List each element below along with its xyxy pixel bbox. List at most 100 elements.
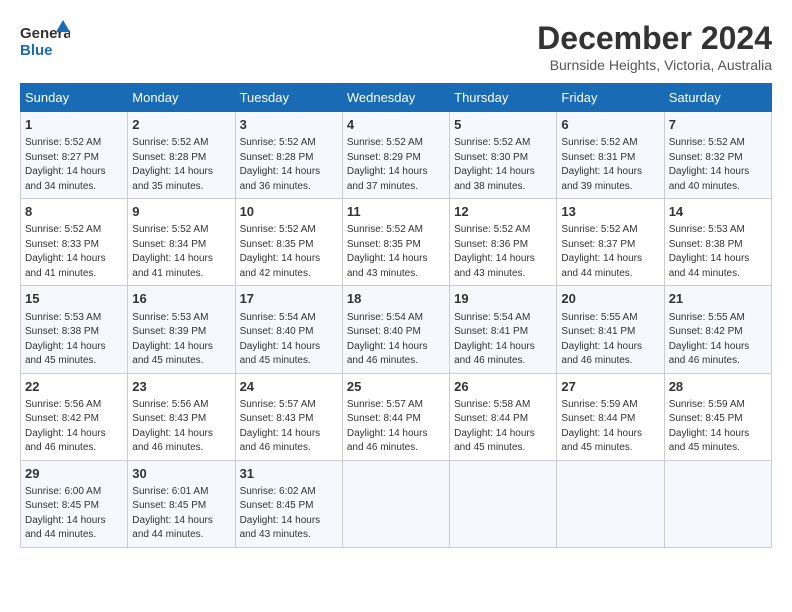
- day-number: 23: [132, 378, 230, 396]
- calendar-cell: 9 Sunrise: 5:52 AMSunset: 8:34 PMDaylight…: [128, 199, 235, 286]
- day-number: 10: [240, 203, 338, 221]
- svg-text:Blue: Blue: [20, 42, 53, 59]
- calendar-week-3: 15Sunrise: 5:53 AMSunset: 8:38 PMDayligh…: [21, 286, 772, 373]
- day-info: Sunrise: 5:58 AMSunset: 8:44 PMDaylight:…: [454, 398, 552, 456]
- day-number: 27: [561, 378, 659, 396]
- header-sunday: Sunday: [21, 84, 128, 112]
- calendar-cell: 24 Sunrise: 5:57 AMSunset: 8:43 PMDayligh…: [235, 373, 342, 460]
- day-number: 8: [25, 203, 123, 221]
- day-info: Sunrise: 5:54 AMSunset: 8:40 PMDaylight:…: [240, 311, 338, 369]
- day-number: 1: [25, 116, 123, 134]
- day-info: Sunrise: 5:52 AMSunset: 8:27 PMDaylight:…: [25, 136, 123, 194]
- calendar-cell: [450, 460, 557, 547]
- header-row: SundayMondayTuesdayWednesdayThursdayFrid…: [21, 84, 772, 112]
- day-info: Sunrise: 5:55 AMSunset: 8:41 PMDaylight:…: [561, 311, 659, 369]
- day-number: 2: [132, 116, 230, 134]
- day-info: Sunrise: 6:00 AMSunset: 8:45 PMDaylight:…: [25, 485, 123, 543]
- day-info: Sunrise: 5:52 AMSunset: 8:35 PMDaylight:…: [240, 223, 338, 281]
- calendar-cell: 15Sunrise: 5:53 AMSunset: 8:38 PMDayligh…: [21, 286, 128, 373]
- calendar-cell: 11Sunrise: 5:52 AMSunset: 8:35 PMDayligh…: [342, 199, 449, 286]
- calendar-cell: 4Sunrise: 5:52 AMSunset: 8:29 PMDaylight…: [342, 112, 449, 199]
- calendar-cell: 20 Sunrise: 5:55 AMSunset: 8:41 PMDayligh…: [557, 286, 664, 373]
- day-info: Sunrise: 5:52 AMSunset: 8:28 PMDaylight:…: [240, 136, 338, 194]
- calendar-cell: 12Sunrise: 5:52 AMSunset: 8:36 PMDayligh…: [450, 199, 557, 286]
- day-number: 31: [240, 465, 338, 483]
- day-info: Sunrise: 5:52 AMSunset: 8:28 PMDaylight:…: [132, 136, 230, 194]
- day-number: 20: [561, 290, 659, 308]
- calendar-cell: 14 Sunrise: 5:53 AMSunset: 8:38 PMDayligh…: [664, 199, 771, 286]
- day-info: Sunrise: 5:54 AMSunset: 8:40 PMDaylight:…: [347, 311, 445, 369]
- day-info: Sunrise: 5:52 AMSunset: 8:37 PMDaylight:…: [561, 223, 659, 281]
- day-info: Sunrise: 5:53 AMSunset: 8:38 PMDaylight:…: [669, 223, 767, 281]
- header-monday: Monday: [128, 84, 235, 112]
- month-title: December 2024: [537, 20, 772, 57]
- calendar-cell: 1 Sunrise: 5:52 AMSunset: 8:27 PMDaylight…: [21, 112, 128, 199]
- calendar-cell: [557, 460, 664, 547]
- day-number: 26: [454, 378, 552, 396]
- day-number: 22: [25, 378, 123, 396]
- header-thursday: Thursday: [450, 84, 557, 112]
- day-info: Sunrise: 5:52 AMSunset: 8:32 PMDaylight:…: [669, 136, 767, 194]
- calendar-cell: 28Sunrise: 5:59 AMSunset: 8:45 PMDayligh…: [664, 373, 771, 460]
- day-info: Sunrise: 5:54 AMSunset: 8:41 PMDaylight:…: [454, 311, 552, 369]
- calendar-cell: 5Sunrise: 5:52 AMSunset: 8:30 PMDaylight…: [450, 112, 557, 199]
- calendar-cell: 31Sunrise: 6:02 AMSunset: 8:45 PMDayligh…: [235, 460, 342, 547]
- day-number: 25: [347, 378, 445, 396]
- day-number: 18: [347, 290, 445, 308]
- day-number: 9: [132, 203, 230, 221]
- day-info: Sunrise: 5:57 AMSunset: 8:44 PMDaylight:…: [347, 398, 445, 456]
- day-number: 3: [240, 116, 338, 134]
- day-number: 7: [669, 116, 767, 134]
- calendar-cell: 16Sunrise: 5:53 AMSunset: 8:39 PMDayligh…: [128, 286, 235, 373]
- day-info: Sunrise: 5:53 AMSunset: 8:39 PMDaylight:…: [132, 311, 230, 369]
- day-number: 30: [132, 465, 230, 483]
- calendar-cell: 19 Sunrise: 5:54 AMSunset: 8:41 PMDayligh…: [450, 286, 557, 373]
- day-info: Sunrise: 5:52 AMSunset: 8:33 PMDaylight:…: [25, 223, 123, 281]
- day-number: 19: [454, 290, 552, 308]
- calendar-week-2: 8 Sunrise: 5:52 AMSunset: 8:33 PMDaylight…: [21, 199, 772, 286]
- day-number: 21: [669, 290, 767, 308]
- day-info: Sunrise: 5:52 AMSunset: 8:34 PMDaylight:…: [132, 223, 230, 281]
- calendar-cell: 7 Sunrise: 5:52 AMSunset: 8:32 PMDaylight…: [664, 112, 771, 199]
- header-tuesday: Tuesday: [235, 84, 342, 112]
- calendar-cell: 18 Sunrise: 5:54 AMSunset: 8:40 PMDayligh…: [342, 286, 449, 373]
- day-info: Sunrise: 5:56 AMSunset: 8:42 PMDaylight:…: [25, 398, 123, 456]
- calendar-cell: 22 Sunrise: 5:56 AMSunset: 8:42 PMDayligh…: [21, 373, 128, 460]
- day-number: 29: [25, 465, 123, 483]
- day-number: 28: [669, 378, 767, 396]
- calendar-cell: 17Sunrise: 5:54 AMSunset: 8:40 PMDayligh…: [235, 286, 342, 373]
- calendar-week-5: 29 Sunrise: 6:00 AMSunset: 8:45 PMDayligh…: [21, 460, 772, 547]
- title-block: December 2024 Burnside Heights, Victoria…: [537, 20, 772, 73]
- calendar-cell: 8 Sunrise: 5:52 AMSunset: 8:33 PMDaylight…: [21, 199, 128, 286]
- header-friday: Friday: [557, 84, 664, 112]
- calendar-cell: 3 Sunrise: 5:52 AMSunset: 8:28 PMDaylight…: [235, 112, 342, 199]
- calendar-cell: [342, 460, 449, 547]
- day-info: Sunrise: 5:52 AMSunset: 8:31 PMDaylight:…: [561, 136, 659, 194]
- logo-svg: GeneralBlue: [20, 20, 70, 60]
- day-info: Sunrise: 5:56 AMSunset: 8:43 PMDaylight:…: [132, 398, 230, 456]
- day-info: Sunrise: 5:52 AMSunset: 8:30 PMDaylight:…: [454, 136, 552, 194]
- header-wednesday: Wednesday: [342, 84, 449, 112]
- header-saturday: Saturday: [664, 84, 771, 112]
- day-number: 24: [240, 378, 338, 396]
- calendar-week-1: 1 Sunrise: 5:52 AMSunset: 8:27 PMDaylight…: [21, 112, 772, 199]
- calendar-cell: 25 Sunrise: 5:57 AMSunset: 8:44 PMDayligh…: [342, 373, 449, 460]
- calendar-cell: 26 Sunrise: 5:58 AMSunset: 8:44 PMDayligh…: [450, 373, 557, 460]
- day-info: Sunrise: 5:59 AMSunset: 8:44 PMDaylight:…: [561, 398, 659, 456]
- location: Burnside Heights, Victoria, Australia: [537, 57, 772, 73]
- day-number: 15: [25, 290, 123, 308]
- day-info: Sunrise: 5:57 AMSunset: 8:43 PMDaylight:…: [240, 398, 338, 456]
- calendar-cell: 10 Sunrise: 5:52 AMSunset: 8:35 PMDayligh…: [235, 199, 342, 286]
- day-info: Sunrise: 5:52 AMSunset: 8:36 PMDaylight:…: [454, 223, 552, 281]
- calendar-cell: 2 Sunrise: 5:52 AMSunset: 8:28 PMDaylight…: [128, 112, 235, 199]
- day-number: 4: [347, 116, 445, 134]
- calendar-cell: 13 Sunrise: 5:52 AMSunset: 8:37 PMDayligh…: [557, 199, 664, 286]
- calendar-table: SundayMondayTuesdayWednesdayThursdayFrid…: [20, 83, 772, 548]
- calendar-week-4: 22 Sunrise: 5:56 AMSunset: 8:42 PMDayligh…: [21, 373, 772, 460]
- calendar-cell: 23 Sunrise: 5:56 AMSunset: 8:43 PMDayligh…: [128, 373, 235, 460]
- day-number: 13: [561, 203, 659, 221]
- calendar-cell: 29 Sunrise: 6:00 AMSunset: 8:45 PMDayligh…: [21, 460, 128, 547]
- day-number: 6: [561, 116, 659, 134]
- calendar-cell: 21Sunrise: 5:55 AMSunset: 8:42 PMDayligh…: [664, 286, 771, 373]
- day-number: 14: [669, 203, 767, 221]
